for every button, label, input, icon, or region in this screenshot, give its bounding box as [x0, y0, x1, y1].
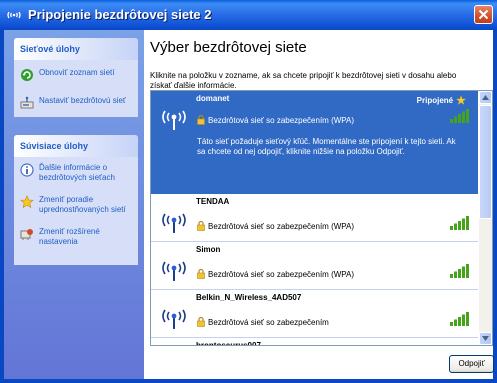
network-ssid: TENDAA [196, 197, 230, 206]
learn-wireless-networking-link[interactable]: Ďalšie informácie o bezdrôtových sieťach [14, 159, 138, 189]
info-icon [20, 163, 34, 177]
title-bar[interactable]: Pripojenie bezdrôtovej siete 2 [0, 0, 497, 30]
settings-icon [20, 229, 33, 240]
wireless-network-icon [162, 309, 186, 329]
network-list-items: domanet Bezdrôtová sieť so zabezpečením (… [151, 91, 478, 346]
close-icon [478, 9, 489, 20]
connection-status: Pripojené ★ [417, 94, 466, 107]
lock-icon [197, 269, 205, 279]
refresh-network-list-link[interactable]: Obnoviť zoznam sietí [14, 64, 138, 84]
network-item[interactable]: TENDAA Bezdrôtová sieť so zabezpečením (W… [151, 194, 478, 242]
window-frame-right [493, 30, 497, 383]
network-list: domanet Bezdrôtová sieť so zabezpečením (… [150, 90, 493, 346]
window-title: Pripojenie bezdrôtovej siete 2 [28, 7, 212, 22]
network-tasks-heading: Sieťové úlohy [14, 38, 138, 60]
network-security-label: Bezdrôtová sieť so zabezpečením (WPA) [208, 116, 355, 125]
page-title: Výber bezdrôtovej siete [150, 39, 307, 56]
scroll-thumb[interactable] [479, 105, 492, 219]
network-security: Bezdrôtová sieť so zabezpečením (WPA) [197, 221, 354, 231]
signal-strength-icon [450, 264, 469, 278]
lock-icon [197, 317, 205, 327]
task-sidebar: Sieťové úlohy Obnoviť zoznam sietí Nasta… [4, 30, 144, 379]
change-advanced-settings-label: Zmeniť rozšírené nastavenia [39, 227, 100, 246]
wireless-network-icon [162, 261, 186, 281]
wireless-icon [7, 11, 21, 19]
lock-icon [197, 115, 205, 125]
network-list-scrollbar[interactable] [479, 91, 492, 345]
arrow-down-icon [482, 336, 489, 341]
network-item[interactable]: Simon Bezdrôtová sieť so zabezpečením (WP… [151, 242, 478, 290]
change-preferred-order-label: Zmeniť poradie uprednostňovaných sietí [39, 195, 126, 214]
network-security-label: Bezdrôtová sieť so zabezpečením [208, 318, 329, 327]
wireless-setup-icon [20, 96, 34, 109]
network-item[interactable]: brontosaurus007 [151, 338, 478, 346]
star-icon [20, 195, 34, 209]
connection-status-label: Pripojené [416, 96, 454, 105]
network-security: Bezdrôtová sieť so zabezpečením (WPA) [197, 269, 354, 279]
network-security: Bezdrôtová sieť so zabezpečením [197, 317, 329, 327]
lock-icon [197, 221, 205, 231]
network-item[interactable]: domanet Bezdrôtová sieť so zabezpečením (… [151, 91, 478, 194]
scroll-down-button[interactable] [479, 332, 492, 345]
instruction-text: Kliknite na položku v zozname, ak sa chc… [150, 71, 457, 90]
network-ssid: domanet [196, 94, 230, 103]
network-item[interactable]: Belkin_N_Wireless_4AD507 Bezdrôtová sieť … [151, 290, 478, 338]
change-preferred-order-link[interactable]: Zmeniť poradie uprednostňovaných sietí [14, 191, 138, 221]
refresh-icon [21, 69, 33, 81]
setup-wireless-network-label: Nastaviť bezdrôtovú sieť [39, 96, 126, 105]
scroll-up-button[interactable] [479, 91, 492, 104]
signal-strength-icon [450, 216, 469, 230]
main-content: Výber bezdrôtovej siete Kliknite na polo… [144, 30, 494, 379]
signal-strength-icon [450, 109, 469, 123]
network-ssid: Simon [196, 245, 221, 254]
network-description: Táto sieť požaduje sieťový kľúč. Momentá… [197, 137, 456, 156]
disconnect-button[interactable]: Odpojiť [449, 355, 494, 373]
learn-wireless-networking-label: Ďalšie informácie o bezdrôtových sieťach [39, 163, 115, 182]
network-tasks-panel: Sieťové úlohy Obnoviť zoznam sietí Nasta… [14, 38, 138, 117]
preferred-star-icon: ★ [456, 95, 466, 107]
wireless-connection-window: Pripojenie bezdrôtovej siete 2 Sieťové ú… [0, 0, 497, 383]
refresh-network-list-label: Obnoviť zoznam sietí [39, 68, 115, 77]
related-tasks-heading: Súvisiace úlohy [14, 135, 138, 157]
wireless-network-icon [162, 213, 186, 233]
network-security: Bezdrôtová sieť so zabezpečením (WPA) [197, 115, 354, 125]
network-ssid: Belkin_N_Wireless_4AD507 [196, 293, 302, 302]
network-security-label: Bezdrôtová sieť so zabezpečením (WPA) [208, 222, 355, 231]
signal-strength-icon [450, 312, 469, 326]
network-security-label: Bezdrôtová sieť so zabezpečením (WPA) [208, 270, 355, 279]
related-tasks-panel: Súvisiace úlohy Ďalšie informácie o bezd… [14, 135, 138, 265]
change-advanced-settings-link[interactable]: Zmeniť rozšírené nastavenia [14, 223, 138, 253]
close-button[interactable] [474, 5, 493, 24]
window-frame-bottom [0, 379, 497, 383]
wireless-network-icon [162, 110, 186, 130]
setup-wireless-network-link[interactable]: Nastaviť bezdrôtovú sieť [14, 92, 138, 112]
arrow-up-icon [482, 95, 489, 100]
network-ssid: brontosaurus007 [196, 341, 261, 346]
